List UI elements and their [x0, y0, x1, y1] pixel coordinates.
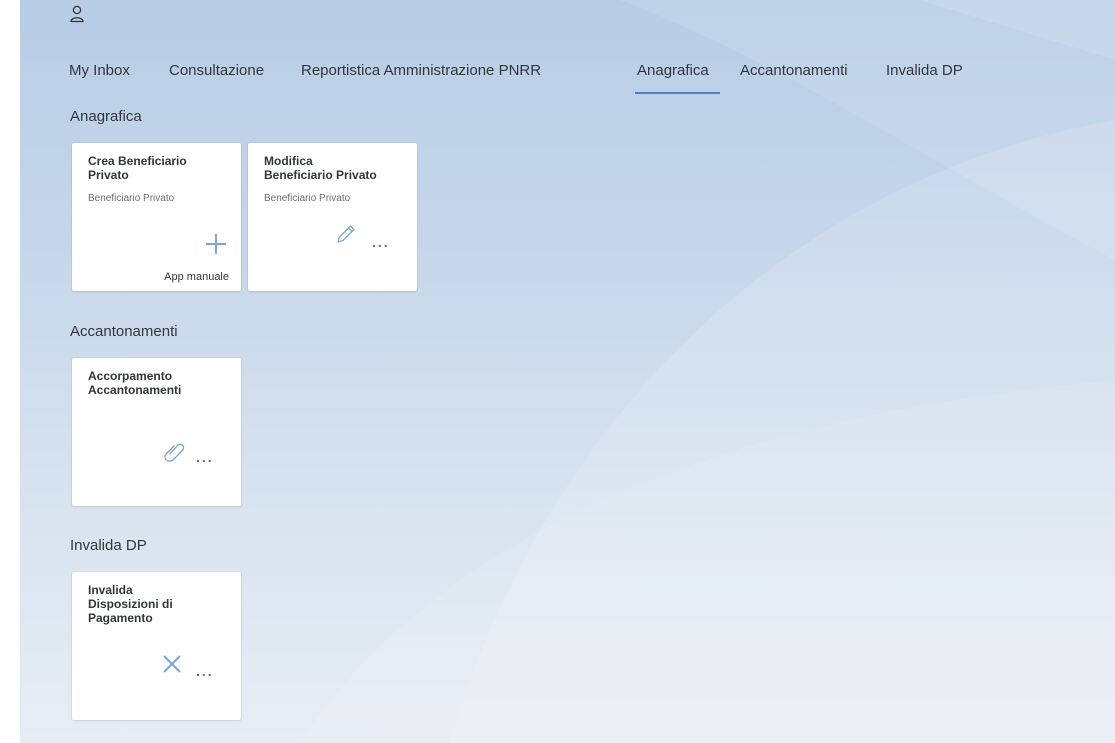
more-options-icon[interactable]: ... — [196, 449, 214, 465]
plus-icon — [206, 234, 226, 254]
shell-header — [20, 0, 1115, 38]
launchpad-shell: My Inbox Consultazione Reportistica Ammi… — [20, 0, 1115, 743]
tile-invalida-disposizioni-di-pagamento[interactable]: Invalida Disposizioni di Pagamento ... — [72, 572, 241, 720]
tile-title: Modifica Beneficiario Privato — [264, 154, 377, 182]
tab-consultazione[interactable]: Consultazione — [169, 62, 264, 79]
more-options-icon[interactable]: ... — [196, 663, 214, 679]
tab-invalida-dp[interactable]: Invalida DP — [886, 62, 963, 79]
link-icon — [164, 443, 185, 462]
section-title-accantonamenti: Accantonamenti — [70, 323, 178, 340]
tab-selected-indicator — [635, 92, 720, 94]
more-options-icon[interactable]: ... — [372, 234, 390, 250]
tab-bar: My Inbox Consultazione Reportistica Ammi… — [20, 56, 1115, 96]
cross-icon — [163, 655, 181, 673]
tile-crea-beneficiario-privato[interactable]: Crea Beneficiario Privato Beneficiario P… — [72, 143, 241, 291]
tile-title: Accorpamento Accantonamenti — [88, 369, 182, 397]
tile-title: Invalida Disposizioni di Pagamento — [88, 583, 173, 625]
tile-subtitle: Beneficiario Privato — [88, 193, 175, 204]
tab-reportistica-amministrazione-pnrr[interactable]: Reportistica Amministrazione PNRR — [301, 62, 541, 79]
tile-modifica-beneficiario-privato[interactable]: Modifica Beneficiario Privato Beneficiar… — [248, 143, 417, 291]
tile-footer: App manuale — [164, 271, 229, 283]
section-title-anagrafica: Anagrafica — [70, 108, 142, 125]
tab-anagrafica[interactable]: Anagrafica — [637, 62, 709, 79]
tab-accantonamenti[interactable]: Accantonamenti — [740, 62, 848, 79]
tile-title: Crea Beneficiario Privato — [88, 154, 187, 182]
user-icon[interactable] — [69, 5, 85, 23]
tab-my-inbox[interactable]: My Inbox — [69, 62, 130, 79]
tile-accorpamento-accantonamenti[interactable]: Accorpamento Accantonamenti ... — [72, 358, 241, 506]
pencil-icon — [337, 225, 355, 243]
tile-subtitle: Beneficiario Privato — [264, 193, 351, 204]
section-title-invalida-dp: Invalida DP — [70, 537, 147, 554]
